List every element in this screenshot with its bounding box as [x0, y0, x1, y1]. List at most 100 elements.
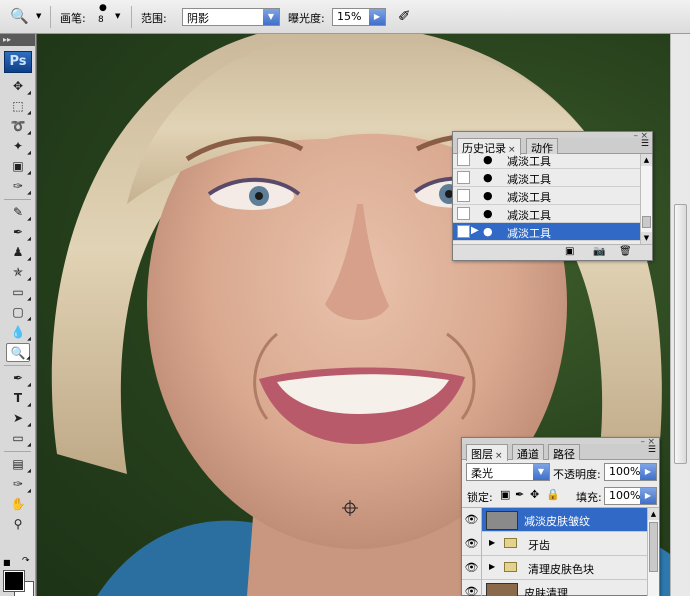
move-tool-icon[interactable]: ✥ ◢ — [6, 77, 31, 96]
tool-preset-icon[interactable]: 🔍 — [10, 7, 29, 25]
history-source-checkbox[interactable] — [457, 171, 470, 184]
visibility-eye-icon[interactable]: 👁 — [462, 532, 482, 556]
path-selection-tool-icon[interactable]: ➤ ◢ — [6, 409, 31, 428]
visibility-eye-icon[interactable]: 👁 — [462, 556, 482, 580]
layers-scrollbar[interactable]: ▲ — [647, 508, 659, 596]
exposure-input[interactable]: 15% ▶ — [332, 8, 386, 26]
lock-image-icon[interactable]: ✒ — [515, 488, 524, 501]
visibility-eye-icon[interactable]: 👁 — [462, 580, 482, 596]
tab-channels[interactable]: 通道 — [512, 444, 544, 461]
tab-history[interactable]: 历史记录 × — [457, 138, 521, 155]
fill-input[interactable]: 100% ▶ — [604, 487, 657, 505]
history-state-slider-icon[interactable]: ▶ — [471, 225, 479, 236]
swap-colors-icon[interactable]: ↷ — [22, 556, 30, 566]
history-item[interactable]: ● 减淡工具 — [453, 154, 652, 169]
history-source-checkbox[interactable] — [457, 225, 470, 238]
delete-state-icon[interactable]: 🗑 — [619, 246, 632, 257]
layer-row[interactable]: 👁 皮肤清理 — [462, 580, 659, 596]
lock-position-icon[interactable]: ✥ — [530, 488, 539, 501]
brush-picker-arrow-icon[interactable]: ▼ — [115, 12, 120, 20]
history-scroll-thumb[interactable] — [642, 216, 651, 228]
tool-preset-arrow-icon[interactable]: ▼ — [36, 12, 41, 20]
lock-all-icon[interactable]: 🔒 — [546, 488, 560, 501]
brush-size[interactable]: 8 — [98, 15, 104, 25]
tab-actions[interactable]: 动作 — [526, 138, 558, 155]
shape-tool-icon[interactable]: ▭ ◢ — [6, 429, 31, 448]
history-source-checkbox[interactable] — [457, 207, 470, 220]
chevron-down-icon[interactable]: ▼ — [533, 464, 549, 480]
blend-mode-value: 柔光 — [471, 467, 493, 480]
history-brush-tool-icon[interactable]: ✯ ◢ — [6, 263, 31, 282]
gradient-tool-icon[interactable]: ▢ ◢ — [6, 303, 31, 322]
eraser-tool-icon[interactable]: ▭ ◢ — [6, 283, 31, 302]
chevron-right-icon[interactable]: ▶ — [640, 488, 656, 504]
zoom-tool-icon[interactable]: ⚲ — [6, 515, 30, 534]
dodge-icon: ● — [483, 171, 493, 184]
panel-menu-icon[interactable]: ☰ — [641, 139, 649, 149]
foreground-color-swatch[interactable] — [3, 570, 25, 592]
dodge-icon: ● — [483, 225, 493, 238]
chevron-right-icon[interactable]: ▶ — [369, 9, 385, 25]
default-colors-icon[interactable]: ■ — [3, 558, 11, 567]
chevron-down-icon[interactable]: ▼ — [263, 9, 279, 25]
scroll-down-icon[interactable]: ▼ — [641, 232, 652, 244]
blend-mode-select[interactable]: 柔光 ▼ — [466, 463, 550, 481]
fill-label: 填充: — [576, 491, 602, 504]
lock-row: 锁定: ▣ ✒ ✥ 🔒 填充: 100% ▶ — [462, 484, 659, 508]
tools-collapse-icon[interactable]: ▸▸ — [0, 34, 35, 46]
history-scrollbar[interactable]: ▲ ▼ — [640, 154, 652, 244]
history-item[interactable]: ● 减淡工具 — [453, 205, 652, 223]
separator — [50, 6, 51, 28]
tab-layers[interactable]: 图层 × — [466, 444, 508, 461]
chevron-right-icon[interactable]: ▶ — [640, 464, 656, 480]
pen-tool-icon[interactable]: ✒ ◢ — [6, 369, 31, 388]
opacity-input[interactable]: 100% ▶ — [604, 463, 657, 481]
exposure-value: 15% — [337, 10, 362, 23]
history-item-label: 减淡工具 — [507, 191, 551, 204]
blur-tool-icon[interactable]: 💧 ◢ — [6, 323, 31, 342]
lasso-tool-icon[interactable]: ➰ ◢ — [6, 117, 31, 136]
quick-selection-tool-icon[interactable]: ✦ ◢ — [6, 137, 31, 156]
layer-row-selected[interactable]: 👁 减淡皮肤皱纹 — [462, 508, 659, 532]
dodge-icon: ● — [483, 154, 493, 166]
history-item[interactable]: ● 减淡工具 — [453, 169, 652, 187]
tab-paths[interactable]: 路径 — [548, 444, 580, 461]
history-list: ● 减淡工具 ● 减淡工具 ● 减淡工具 ● 减淡工具 ▶ ● 减淡工具 ▲ ▼ — [453, 154, 652, 244]
range-label: 范围: — [141, 12, 167, 25]
healing-brush-tool-icon[interactable]: ✎ ◢ — [6, 203, 31, 222]
brush-tool-icon[interactable]: ✒ ◢ — [6, 223, 31, 242]
hand-tool-icon[interactable]: ✋ — [6, 495, 30, 514]
scroll-up-icon[interactable]: ▲ — [641, 154, 652, 166]
layer-name: 减淡皮肤皱纹 — [524, 515, 590, 528]
new-document-from-state-icon[interactable]: ▣ — [565, 246, 574, 257]
panel-menu-icon[interactable]: ☰ — [648, 445, 656, 455]
notes-tool-icon[interactable]: ▤ ◢ — [6, 455, 31, 474]
history-source-checkbox[interactable] — [457, 189, 470, 202]
new-snapshot-icon[interactable]: 📷 — [593, 246, 605, 257]
crop-tool-icon[interactable]: ▣ ◢ — [6, 157, 31, 176]
canvas-vertical-scrollbar[interactable] — [670, 34, 690, 596]
expand-triangle-icon[interactable]: ▶ — [489, 538, 495, 547]
type-tool-icon[interactable]: T ◢ — [6, 389, 31, 408]
dodge-tool-icon[interactable]: 🔍 ◢ — [6, 343, 30, 362]
options-bar: 🔍 ▼ 画笔: ● 8 ▼ 范围: 阴影 ▼ 曝光度: 15% ▶ ✐ — [0, 0, 690, 34]
clone-stamp-tool-icon[interactable]: ♟ ◢ — [6, 243, 31, 262]
tools-separator — [4, 451, 31, 452]
layer-group-row[interactable]: 👁 ▶ 牙齿 — [462, 532, 659, 556]
layers-scroll-thumb[interactable] — [649, 522, 658, 572]
layer-group-row[interactable]: 👁 ▶ 清理皮肤色块 — [462, 556, 659, 580]
scrollbar-thumb[interactable] — [674, 204, 687, 464]
visibility-eye-icon[interactable]: 👁 — [462, 508, 482, 532]
scroll-up-icon[interactable]: ▲ — [648, 508, 659, 520]
eyedropper-tool-icon[interactable]: ✑ ◢ — [6, 177, 31, 196]
marquee-tool-icon[interactable]: ⬚ ◢ — [6, 97, 31, 116]
airbrush-icon[interactable]: ✐ — [398, 7, 411, 25]
history-source-checkbox[interactable] — [457, 154, 470, 166]
history-item-current[interactable]: ▶ ● 减淡工具 — [453, 223, 652, 241]
history-item[interactable]: ● 减淡工具 — [453, 187, 652, 205]
lock-transparent-icon[interactable]: ▣ — [500, 488, 510, 501]
expand-triangle-icon[interactable]: ▶ — [489, 562, 495, 571]
eyedropper-sample-tool-icon[interactable]: ✑ ◢ — [6, 475, 31, 494]
opacity-value: 100% — [609, 465, 641, 478]
range-select[interactable]: 阴影 ▼ — [182, 8, 280, 26]
